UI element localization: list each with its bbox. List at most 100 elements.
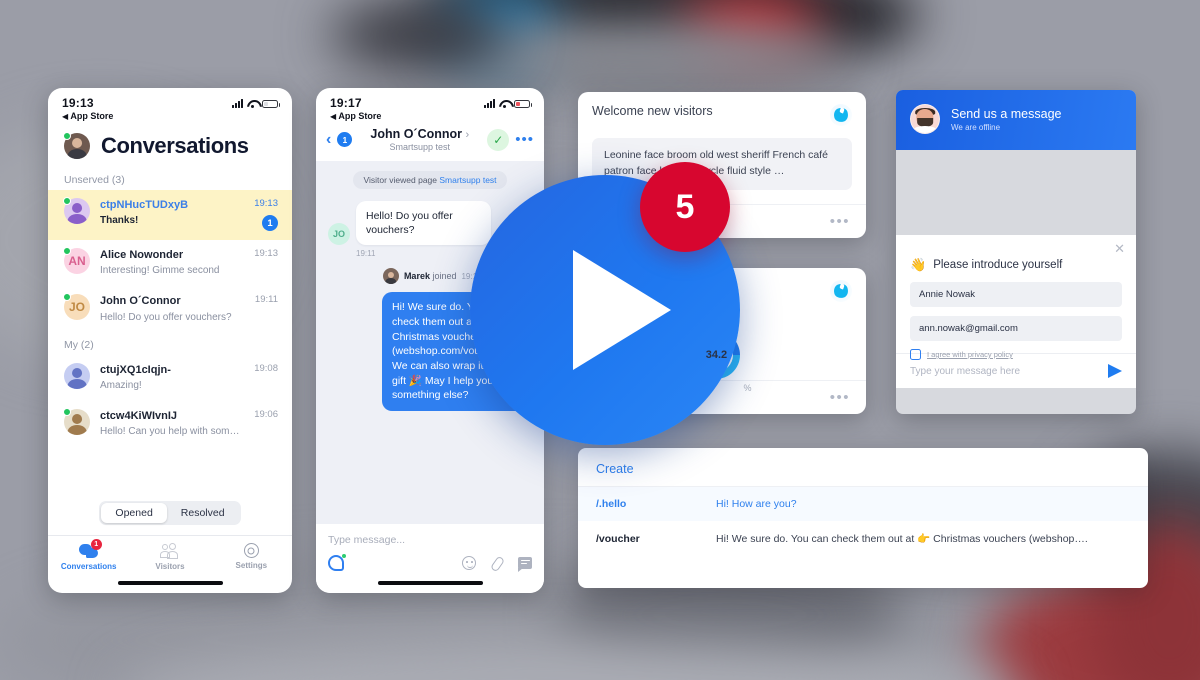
donut-center-value: 34.2	[705, 348, 728, 361]
avatar: JO	[328, 223, 350, 246]
card-title: Welcome new visitors	[592, 104, 713, 118]
avatar	[64, 362, 90, 389]
avatar	[63, 407, 90, 435]
smartsupp-logo-icon	[830, 280, 852, 302]
chat-nav-bar: ‹ 1 John O´Connor › Smartsupp test ✓ •••	[316, 123, 544, 161]
form-heading-text: Please introduce yourself	[933, 259, 1063, 271]
send-icon[interactable]	[1108, 364, 1122, 378]
visitors-icon	[159, 543, 180, 559]
resolve-button[interactable]: ✓	[487, 128, 510, 151]
bottom-tab-bar: 1 Conversations Visitors Settings	[48, 535, 292, 575]
tab-settings[interactable]: Settings	[211, 543, 292, 571]
avatar	[382, 268, 399, 285]
gear-icon	[243, 543, 259, 558]
message-input-placeholder[interactable]: Type your message here	[910, 366, 1020, 377]
agent-joined-text: Marek joined	[404, 271, 457, 281]
attachment-icon[interactable]	[487, 553, 506, 572]
chat-widget-header: Send us a message We are offline	[896, 90, 1136, 150]
chat-widget-status: We are offline	[951, 122, 1001, 132]
chat-contact-name[interactable]: John O´Connor ›	[358, 127, 481, 141]
avatar[interactable]	[63, 132, 90, 159]
email-field[interactable]: ann.nowak@gmail.com	[910, 316, 1122, 341]
tab-label: Visitors	[155, 562, 185, 571]
agent-join-action: joined	[429, 271, 457, 282]
back-to-app-store[interactable]: ◀ App Store	[330, 111, 381, 121]
chat-widget-title: Send us a message	[951, 106, 1062, 121]
shortcut-key: /.hello	[596, 498, 627, 510]
conversation-preview: Amazing!	[100, 379, 142, 391]
battery-icon	[514, 99, 532, 108]
conversation-time: 19:13	[254, 198, 278, 209]
privacy-checkbox[interactable]	[910, 349, 921, 360]
conversation-row[interactable]: ctpNHucTUDxyB Thanks! 19:13 1	[48, 190, 292, 240]
conversation-preview: Thanks!	[100, 215, 139, 227]
conversation-preview: Hello! Do you offer vouchers?	[100, 311, 232, 323]
emoji-icon[interactable]	[462, 556, 476, 570]
online-dot	[63, 407, 71, 416]
status-bar: 19:13 ◀ App Store	[48, 88, 292, 123]
conversation-name: ctpNHucTUDxyB	[100, 199, 189, 211]
message-input-placeholder[interactable]: Type message...	[328, 534, 532, 546]
play-triangle-icon	[573, 250, 671, 370]
system-message: Visitor viewed page Smartsupp test	[353, 171, 507, 189]
more-dots-icon[interactable]: •••	[830, 390, 850, 405]
unread-badge: 1	[262, 215, 278, 231]
privacy-consent-row[interactable]: I agree with privacy policy	[910, 349, 1122, 360]
shortcut-icon[interactable]	[518, 557, 532, 569]
more-dots-icon[interactable]: •••	[830, 214, 850, 229]
segment-opened[interactable]: Opened	[101, 503, 167, 523]
introduce-yourself-form: ✕ 👋 Please introduce yourself Annie Nowa…	[896, 235, 1136, 360]
tab-conversations[interactable]: 1 Conversations	[48, 539, 129, 571]
tab-label: Settings	[235, 561, 268, 570]
conversation-row[interactable]: AN Alice Nowonder Interesting! Gimme sec…	[48, 240, 292, 286]
battery-icon	[262, 99, 280, 108]
signal-icon	[484, 99, 495, 108]
status-bar: 19:17 ◀ App Store	[316, 88, 544, 123]
phone-conversations-mockup: 19:13 ◀ App Store Conversations Unserved…	[48, 88, 292, 593]
online-dot	[63, 197, 71, 205]
system-message-link[interactable]: Smartsupp test	[439, 175, 496, 185]
status-time: 19:13	[62, 96, 94, 110]
online-dot	[63, 247, 71, 255]
chat-input-area[interactable]: Type message...	[316, 524, 544, 575]
segment-resolved[interactable]: Resolved	[167, 503, 239, 523]
chevron-right-icon: ›	[465, 129, 470, 141]
smartsupp-logo-icon[interactable]	[328, 554, 346, 571]
more-dots-icon[interactable]: •••	[515, 132, 534, 147]
back-to-app-store[interactable]: ◀ App Store	[62, 111, 113, 121]
group-label-my: My (2)	[64, 338, 94, 351]
back-triangle-icon: ◀	[62, 112, 69, 121]
conversation-name: ctujXQ1cIqjn-	[100, 363, 171, 376]
group-label-unserved: Unserved (3)	[64, 174, 125, 186]
message-bubble-incoming: Hello! Do you offer vouchers?	[356, 201, 491, 246]
back-unread-count: 1	[337, 132, 353, 147]
conversation-name: Alice Nowonder	[100, 249, 184, 261]
smartsupp-logo-icon	[830, 104, 852, 126]
tab-visitors[interactable]: Visitors	[129, 543, 210, 571]
name-field[interactable]: Annie Nowak	[910, 282, 1122, 307]
conversation-name: John O´Connor	[100, 295, 181, 308]
page-title: Conversations	[101, 133, 249, 158]
video-count-badge: 5	[640, 162, 730, 252]
back-chevron-icon[interactable]: ‹	[326, 131, 331, 148]
conversation-row[interactable]: JO John O´Connor Hello! Do you offer vou…	[48, 286, 292, 332]
conversation-row[interactable]: ctcw4KiWIvnIJ Hello! Can you help with s…	[48, 401, 292, 447]
avatar: AN	[63, 247, 90, 274]
bg-shape	[330, 0, 510, 70]
conversation-time: 19:11	[254, 294, 278, 306]
privacy-policy-link[interactable]: I agree with privacy policy	[927, 350, 1013, 359]
conversation-time: 19:06	[254, 408, 278, 420]
shortcut-row[interactable]: /voucher Hi! We sure do. You can check t…	[578, 521, 1148, 556]
agent-name: Marek	[403, 271, 430, 282]
shortcut-row[interactable]: /.hello Hi! How are you?	[578, 487, 1148, 521]
conversation-preview: Hello! Can you help with something?	[100, 426, 244, 438]
conversation-preview: Interesting! Gimme second	[100, 265, 220, 277]
wave-emoji-icon: 👋	[910, 257, 927, 272]
filter-segmented-control[interactable]: Opened Resolved	[48, 493, 292, 535]
system-message-prefix: Visitor viewed page	[363, 175, 440, 185]
shortcut-key: /voucher	[596, 532, 640, 545]
close-icon[interactable]: ✕	[1114, 242, 1125, 255]
conversation-time: 19:13	[254, 248, 278, 259]
conversation-row[interactable]: ctujXQ1cIqjn- Amazing! 19:08	[48, 355, 292, 401]
create-shortcut-button[interactable]: Create	[596, 462, 634, 476]
